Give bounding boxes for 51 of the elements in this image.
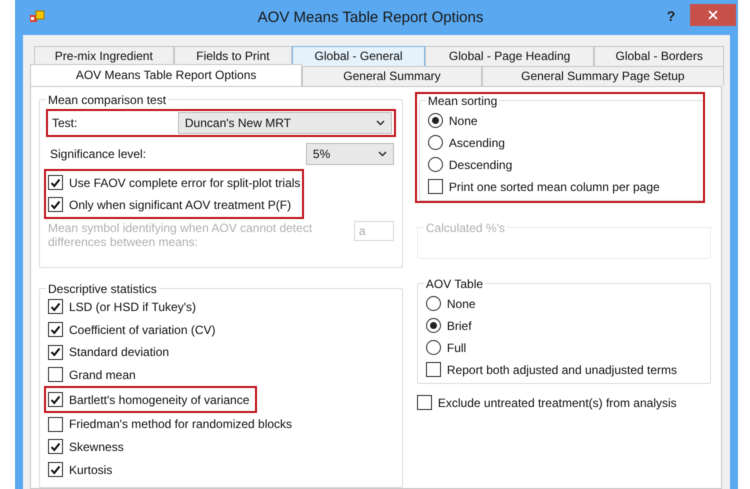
checkbox[interactable]: Coefficient of variation (CV) bbox=[48, 318, 394, 341]
checkbox[interactable]: Bartlett's homogeneity of variance bbox=[44, 386, 258, 413]
check-icon bbox=[50, 178, 61, 188]
close-button[interactable] bbox=[690, 4, 736, 26]
checkbox[interactable]: Only when significant AOV treatment P(F) bbox=[48, 194, 300, 216]
check-icon bbox=[50, 302, 61, 312]
radio-button[interactable]: Brief bbox=[426, 314, 702, 336]
group-title: AOV Table bbox=[424, 276, 484, 290]
tab[interactable]: Pre-mix Ingredient bbox=[34, 46, 174, 66]
checkbox[interactable]: LSD (or HSD if Tukey's) bbox=[48, 296, 394, 318]
group-title: Mean comparison test bbox=[47, 92, 168, 106]
checkbox[interactable]: Skewness bbox=[48, 436, 394, 458]
tab[interactable]: Global - Borders bbox=[594, 46, 724, 66]
radio-button[interactable]: None bbox=[426, 292, 702, 314]
test-dropdown[interactable]: Duncan's New MRT bbox=[178, 112, 392, 134]
check-icon bbox=[50, 464, 61, 475]
group-title: Calculated %'s bbox=[424, 220, 506, 234]
help-button[interactable]: ? bbox=[656, 5, 686, 27]
checkbox[interactable]: Report both adjusted and unadjusted terms bbox=[426, 358, 702, 380]
check-icon bbox=[50, 394, 61, 405]
radio-button[interactable]: None bbox=[428, 110, 695, 132]
check-icon bbox=[50, 324, 61, 335]
tab[interactable]: General Summary bbox=[302, 66, 482, 86]
radio-button[interactable]: Full bbox=[426, 336, 702, 358]
tab[interactable]: General Summary Page Setup bbox=[482, 66, 724, 86]
check-icon bbox=[50, 347, 61, 358]
significance-dropdown[interactable]: 5% bbox=[306, 142, 394, 164]
tab[interactable]: AOV Means Table Report Options bbox=[30, 64, 302, 86]
checkbox[interactable]: Use FAOV complete error for split-plot trials bbox=[48, 172, 300, 194]
field-label: Mean symbol identifying when AOV cannot detect differences between means: bbox=[48, 220, 314, 248]
checkbox[interactable]: Standard deviation bbox=[48, 340, 394, 364]
radio-button[interactable]: Ascending bbox=[428, 132, 695, 154]
chevron-down-icon bbox=[378, 150, 387, 156]
group-title: Mean sorting bbox=[426, 94, 498, 108]
checkbox[interactable]: Grand mean bbox=[48, 364, 394, 386]
check-icon bbox=[50, 200, 61, 210]
group-title: Descriptive statistics bbox=[47, 282, 158, 296]
checkbox[interactable]: Kurtosis bbox=[48, 458, 394, 481]
check-icon bbox=[50, 442, 61, 452]
field-label: Test: bbox=[51, 116, 78, 130]
close-icon bbox=[708, 10, 718, 20]
tab[interactable]: Global - General bbox=[292, 46, 425, 66]
checkbox[interactable]: Friedman's method for randomized blocks bbox=[48, 412, 394, 436]
checkbox[interactable]: Exclude untreated treatment(s) from analysis bbox=[416, 392, 711, 414]
tab[interactable]: Fields to Print bbox=[174, 46, 292, 66]
chevron-down-icon bbox=[376, 120, 385, 126]
window-title: AOV Means Table Report Options bbox=[256, 8, 484, 26]
checkbox[interactable]: Print one sorted mean column per page bbox=[428, 176, 695, 198]
tab[interactable]: Global - Page Heading bbox=[424, 46, 594, 66]
field-label: Significance level: bbox=[49, 146, 148, 160]
radio-button[interactable]: Descending bbox=[428, 154, 695, 176]
